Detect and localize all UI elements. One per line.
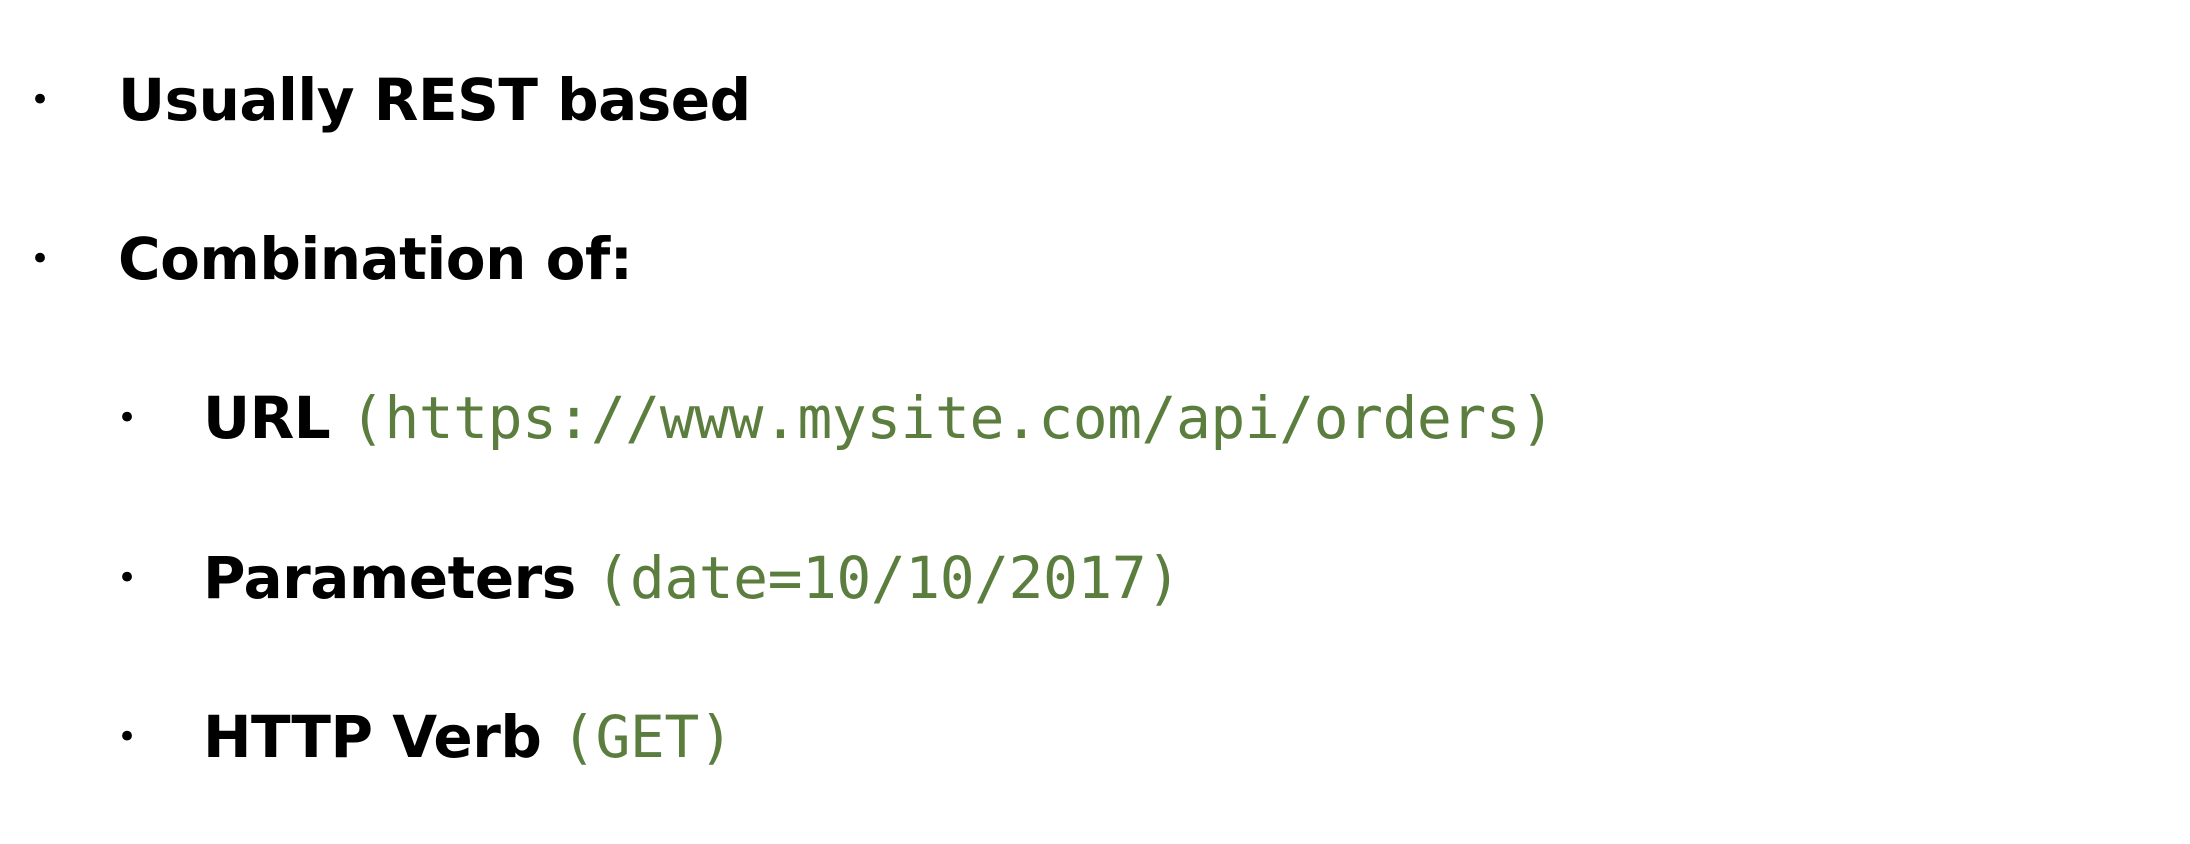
bullet-item-combination: • Combination of: — [0, 214, 2190, 304]
bullet-icon: • — [117, 717, 138, 757]
bullet-text: Combination of: — [118, 225, 633, 293]
code-example: (https://www.mysite.com/api/orders) — [349, 384, 1555, 452]
code-example: (date=10/10/2017) — [595, 544, 1182, 612]
sub-bullet-item-http-verb: • HTTP Verb (GET) — [0, 692, 2190, 782]
bullet-icon: • — [117, 558, 138, 598]
bullet-text: HTTP Verb — [203, 703, 542, 771]
sub-bullet-item-parameters: • Parameters (date=10/10/2017) — [0, 533, 2190, 623]
bullet-icon: • — [30, 239, 51, 279]
sub-bullet-item-url: • URL (https://www.mysite.com/api/orders… — [0, 373, 2190, 463]
slide: • Usually REST based • Combination of: •… — [0, 0, 2190, 844]
bullet-text: URL — [203, 384, 331, 452]
code-example: (GET) — [561, 703, 734, 771]
bullet-text: Parameters — [203, 544, 576, 612]
bullet-icon: • — [117, 398, 138, 438]
bullet-item-rest: • Usually REST based — [0, 55, 2190, 145]
bullet-text: Usually REST based — [118, 66, 751, 134]
bullet-icon: • — [30, 80, 51, 120]
